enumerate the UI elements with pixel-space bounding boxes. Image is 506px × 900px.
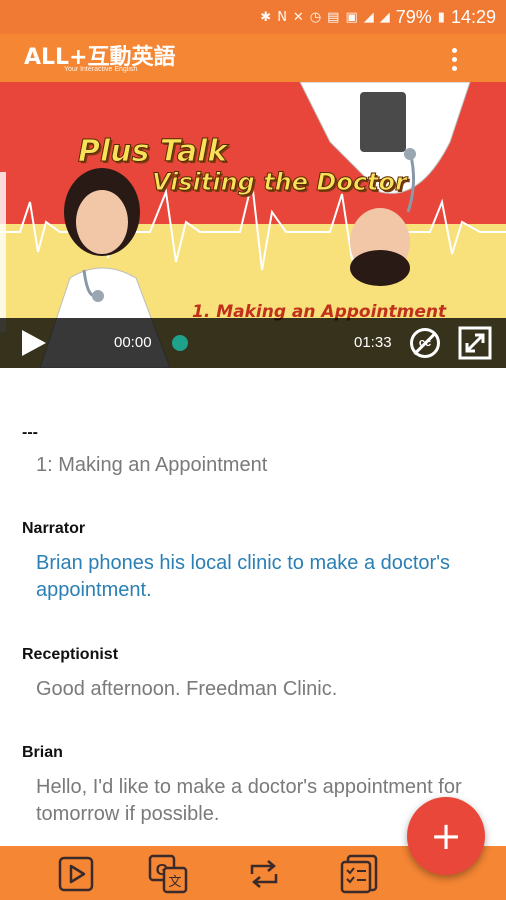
video-title-line1: Plus Talk: [77, 134, 228, 170]
app-logo-tagline: Your Interactive English: [64, 66, 138, 73]
app-bar: ALL+互動英語 Your Interactive English: [0, 34, 506, 82]
clock: 14:29: [450, 6, 496, 27]
current-time: 00:00: [114, 334, 152, 351]
transcript-line[interactable]: Brian phones his local clinic to make a …: [36, 550, 496, 604]
bluetooth-icon: ✱: [260, 9, 272, 25]
seek-scrubber[interactable]: [172, 335, 188, 351]
battery-icon: ▮: [437, 9, 445, 25]
translate-icon[interactable]: G 文: [148, 854, 188, 894]
add-button[interactable]: +: [407, 797, 485, 875]
duration: 01:33: [354, 334, 392, 351]
transcript-line[interactable]: Good afternoon. Freedman Clinic.: [36, 676, 496, 703]
repeat-icon[interactable]: [244, 854, 284, 894]
sim-icon: ▣: [345, 9, 358, 25]
speaker-name: Narrator: [22, 520, 86, 537]
3g-signal-icon: ◢: [379, 9, 390, 25]
status-bar: ✱ N ✕ ◷ ▤ ▣ ◢ ◢ 79% ▮ 14:29: [0, 0, 506, 34]
svg-text:文: 文: [168, 875, 181, 890]
video-player[interactable]: Plus Talk Visiting the Doctor 1. Making …: [0, 82, 506, 368]
video-controls: 00:00 01:33 cc: [0, 318, 506, 368]
speaker-name: Receptionist: [22, 646, 119, 663]
play-icon[interactable]: [22, 330, 46, 356]
more-vert-icon[interactable]: [442, 44, 466, 74]
mute-icon: ✕: [292, 9, 304, 25]
fullscreen-icon[interactable]: [458, 326, 492, 360]
section-marker: ---: [22, 424, 38, 441]
4g-signal-icon: ◢: [363, 9, 374, 25]
video-title-line2: Visiting the Doctor: [152, 168, 408, 197]
captions-off-icon[interactable]: cc: [410, 328, 440, 358]
video-play-icon[interactable]: [56, 854, 96, 894]
volte-icon: ▤: [327, 9, 340, 25]
nfc-icon: N: [277, 9, 287, 25]
alarm-icon: ◷: [309, 9, 322, 25]
quiz-checklist-icon[interactable]: [340, 854, 380, 894]
speaker-name: Brian: [22, 744, 63, 761]
transcript: --- 1: Making an Appointment Narrator Br…: [0, 368, 506, 846]
section-title[interactable]: 1: Making an Appointment: [36, 452, 496, 479]
battery-percent: 79%: [395, 6, 432, 27]
